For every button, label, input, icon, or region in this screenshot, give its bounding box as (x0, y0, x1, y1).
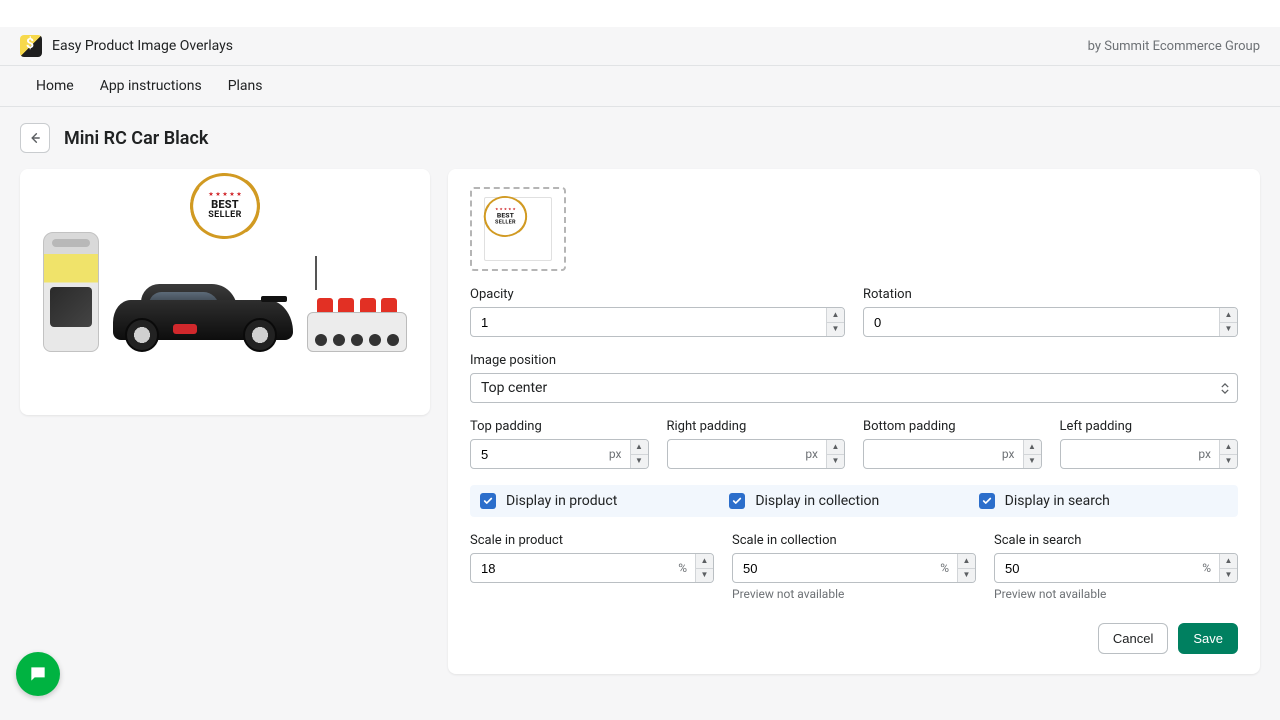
display-collection-label: Display in collection (755, 493, 879, 509)
top-padding-unit: px (601, 440, 630, 468)
scale-product-input[interactable] (471, 554, 670, 582)
rotation-label: Rotation (863, 287, 1238, 302)
scale-collection-stepper[interactable]: ▲▼ (957, 554, 975, 582)
product-preview-card: BEST SELLER (20, 169, 430, 415)
display-options-row: Display in product Display in collection… (470, 485, 1238, 517)
app-bar: Easy Product Image Overlays by Summit Ec… (0, 27, 1280, 66)
left-padding-unit: px (1190, 440, 1219, 468)
overlay-thumb: BEST SELLER (484, 197, 552, 261)
select-caret-icon (1221, 383, 1229, 394)
badge-line1: BEST (211, 198, 239, 211)
left-padding-label: Left padding (1060, 419, 1239, 434)
product-can (43, 232, 99, 352)
display-collection-checkbox[interactable] (729, 493, 745, 509)
badge-line2: SELLER (208, 210, 242, 221)
product-car (113, 274, 293, 352)
chat-fab[interactable] (16, 652, 60, 696)
arrow-left-icon (28, 131, 42, 145)
product-image (30, 232, 420, 352)
scale-search-unit: % (1194, 554, 1219, 582)
overlay-badge-preview: BEST SELLER (187, 173, 263, 239)
top-blank-bar (0, 0, 1280, 27)
rotation-input[interactable] (864, 308, 1219, 336)
display-product-checkbox[interactable] (480, 493, 496, 509)
scale-product-unit: % (670, 554, 695, 582)
top-padding-input[interactable] (471, 440, 601, 468)
display-search-checkbox[interactable] (979, 493, 995, 509)
scale-collection-label: Scale in collection (732, 533, 976, 548)
product-remote (307, 274, 407, 352)
scale-collection-unit: % (932, 554, 957, 582)
left-padding-input[interactable] (1061, 440, 1191, 468)
opacity-label: Opacity (470, 287, 845, 302)
nav-bar: Home App instructions Plans (0, 66, 1280, 107)
right-padding-stepper[interactable]: ▲▼ (826, 440, 844, 468)
settings-card: BEST SELLER Opacity ▲▼ Rotation ▲▼ (448, 169, 1260, 674)
top-padding-label: Top padding (470, 419, 649, 434)
image-position-label: Image position (470, 353, 1238, 368)
right-padding-unit: px (797, 440, 826, 468)
scale-search-note: Preview not available (994, 587, 1238, 601)
bottom-padding-label: Bottom padding (863, 419, 1042, 434)
scale-product-stepper[interactable]: ▲▼ (695, 554, 713, 582)
opacity-input[interactable] (471, 308, 826, 336)
top-padding-stepper[interactable]: ▲▼ (630, 440, 648, 468)
left-padding-stepper[interactable]: ▲▼ (1219, 440, 1237, 468)
scale-collection-note: Preview not available (732, 587, 976, 601)
overlay-dropzone[interactable]: BEST SELLER (470, 187, 566, 271)
page-title: Mini RC Car Black (64, 128, 208, 149)
scale-product-label: Scale in product (470, 533, 714, 548)
right-padding-label: Right padding (667, 419, 846, 434)
image-position-select[interactable]: Top center (470, 373, 1238, 403)
bottom-padding-stepper[interactable]: ▲▼ (1023, 440, 1041, 468)
display-search-label: Display in search (1005, 493, 1110, 509)
scale-search-label: Scale in search (994, 533, 1238, 548)
save-button[interactable]: Save (1178, 623, 1238, 654)
bottom-padding-unit: px (994, 440, 1023, 468)
right-padding-input[interactable] (668, 440, 798, 468)
app-vendor: by Summit Ecommerce Group (1088, 39, 1260, 54)
app-icon (20, 35, 42, 57)
back-button[interactable] (20, 123, 50, 153)
chat-icon (28, 664, 48, 684)
display-product-label: Display in product (506, 493, 617, 509)
nav-instructions[interactable]: App instructions (100, 78, 202, 94)
nav-plans[interactable]: Plans (228, 78, 263, 94)
image-position-value: Top center (481, 380, 547, 396)
scale-collection-input[interactable] (733, 554, 932, 582)
page-header: Mini RC Car Black (0, 107, 1280, 163)
app-title: Easy Product Image Overlays (52, 38, 233, 54)
scale-search-stepper[interactable]: ▲▼ (1219, 554, 1237, 582)
bottom-padding-input[interactable] (864, 440, 994, 468)
cancel-button[interactable]: Cancel (1098, 623, 1168, 654)
scale-search-input[interactable] (995, 554, 1194, 582)
nav-home[interactable]: Home (36, 78, 74, 94)
opacity-stepper[interactable]: ▲▼ (826, 308, 844, 336)
footer-actions: Cancel Save (470, 623, 1238, 654)
rotation-stepper[interactable]: ▲▼ (1219, 308, 1237, 336)
